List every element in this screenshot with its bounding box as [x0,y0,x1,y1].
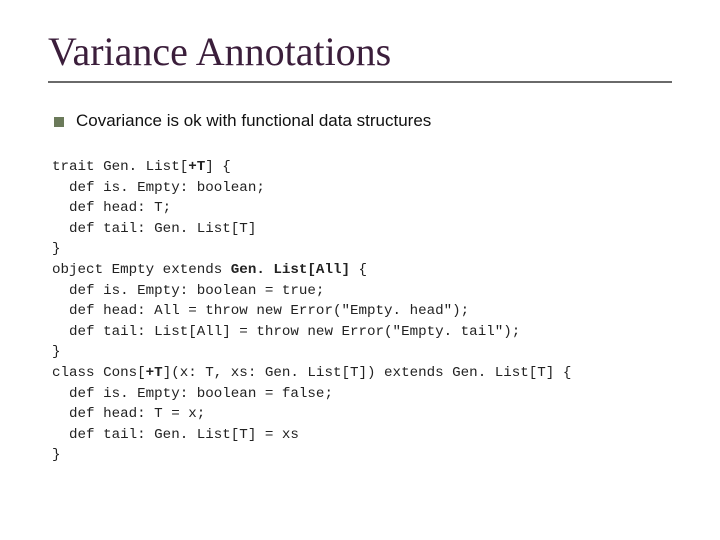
code-line-8: def head: All = throw new Error("Empty. … [52,303,469,319]
code-line-9: def tail: List[All] = throw new Error("E… [52,324,520,340]
code-line-2: def is. Empty: boolean; [52,180,265,196]
code-line-11b: +T [146,365,163,381]
code-line-5: } [52,241,61,257]
code-line-7: def is. Empty: boolean = true; [52,283,324,299]
code-line-4: def tail: Gen. List[T] [52,221,256,237]
code-line-1b: +T [188,159,205,175]
code-line-1a: trait Gen. List[ [52,159,188,175]
slide-title: Variance Annotations [48,28,672,75]
code-line-6a: object Empty extends [52,262,231,278]
code-line-10: } [52,344,61,360]
code-line-13: def head: T = x; [52,406,205,422]
code-line-3: def head: T; [52,200,171,216]
title-underline [48,81,672,83]
code-line-14: def tail: Gen. List[T] = xs [52,427,299,443]
code-line-11c: ](x: T, xs: Gen. List[T]) extends Gen. L… [163,365,572,381]
slide: Variance Annotations Covariance is ok wi… [0,0,720,540]
code-line-11a: class Cons[ [52,365,146,381]
bullet-text: Covariance is ok with functional data st… [76,111,431,131]
code-line-6c: { [350,262,367,278]
code-line-12: def is. Empty: boolean = false; [52,386,333,402]
bullet-row: Covariance is ok with functional data st… [48,111,672,131]
code-block: trait Gen. List[+T] { def is. Empty: boo… [48,157,672,466]
square-bullet-icon [54,117,64,127]
code-line-15: } [52,447,61,463]
code-line-6b: Gen. List[All] [231,262,350,278]
code-line-1c: ] { [205,159,231,175]
